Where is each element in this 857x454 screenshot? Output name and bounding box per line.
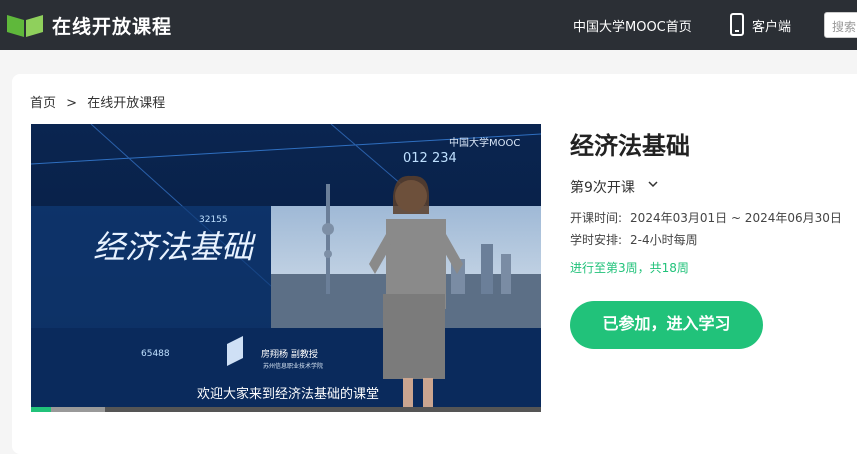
video-buffer-bar <box>51 407 106 412</box>
course-time-row: 开课时间: 2024年03月01日 ~ 2024年06月30日 <box>570 209 842 226</box>
video-progress-bar <box>31 407 52 412</box>
calligraphy-title: 经济法基础 <box>93 228 256 266</box>
search-input[interactable]: 搜索 <box>824 12 857 38</box>
video-frame: 中国大学MOOC 012 234 32155 65488 经济法基础 房翔杨 副… <box>31 124 541 412</box>
phone-icon[interactable] <box>730 13 744 36</box>
video-progress-track[interactable] <box>31 407 541 412</box>
nav-link-client[interactable]: 客户端 <box>752 16 791 35</box>
watermark-text: 中国大学MOOC <box>449 136 520 149</box>
breadcrumb: 首页 > 在线开放课程 <box>30 92 171 111</box>
course-time-label: 开课时间: <box>570 211 623 225</box>
breadcrumb-current[interactable]: 在线开放课程 <box>87 96 165 111</box>
enter-course-button[interactable]: 已参加，进入学习 <box>570 301 763 349</box>
breadcrumb-separator: > <box>66 96 78 111</box>
overlay-number: 012 234 <box>403 151 457 166</box>
breadcrumb-home[interactable]: 首页 <box>30 96 56 111</box>
term-selector[interactable]: 第9次开课 <box>570 177 635 197</box>
lecturer-org: 苏州信息职业技术学院 <box>263 362 323 370</box>
video-player[interactable]: 中国大学MOOC 012 234 32155 65488 经济法基础 房翔杨 副… <box>31 124 541 412</box>
video-subtitle: 欢迎大家来到经济法基础的课堂 <box>197 386 379 402</box>
course-schedule-value: 2-4小时每周 <box>630 233 698 247</box>
overlay-number: 32155 <box>199 215 228 225</box>
nav-link-mooc-home[interactable]: 中国大学MOOC首页 <box>573 16 692 35</box>
site-logo-text[interactable]: 在线开放课程 <box>52 12 172 39</box>
course-time-value: 2024年03月01日 ~ 2024年06月30日 <box>630 211 842 225</box>
chevron-down-icon[interactable] <box>647 178 659 190</box>
course-title: 经济法基础 <box>570 132 690 160</box>
course-schedule-row: 学时安排: 2-4小时每周 <box>570 231 698 248</box>
top-nav-bar: 在线开放课程 中国大学MOOC首页 客户端 搜索 <box>0 0 857 50</box>
overlay-number: 65488 <box>141 349 170 359</box>
course-schedule-label: 学时安排: <box>570 233 623 247</box>
book-icon[interactable] <box>7 11 43 37</box>
course-progress-status: 进行至第3周，共18周 <box>570 261 689 275</box>
lecturer-name: 房翔杨 副教授 <box>261 348 318 360</box>
